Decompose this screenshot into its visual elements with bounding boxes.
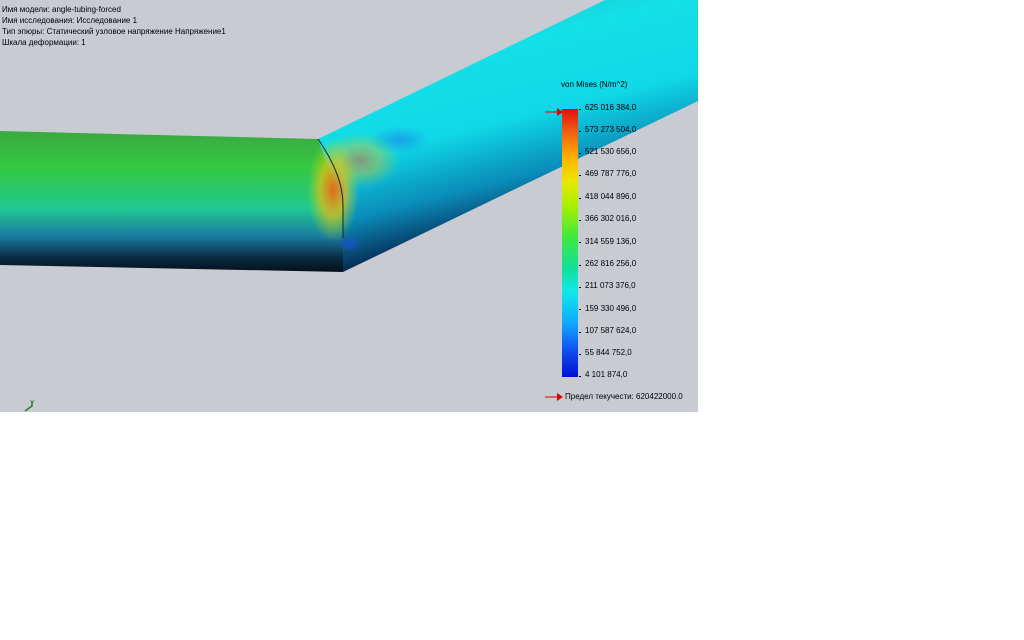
low-stress-spot — [338, 236, 362, 252]
legend-tick — [579, 265, 581, 266]
graphics-viewport[interactable]: Имя модели: angle-tubing-forced Имя иссл… — [0, 0, 698, 412]
legend-tick-label: 366 302 016,0 — [585, 214, 637, 223]
legend-tick — [579, 354, 581, 355]
legend-tick-label: 55 844 752,0 — [585, 348, 632, 357]
model-name-label: Имя модели: angle-tubing-forced — [2, 5, 121, 14]
legend-tick — [579, 220, 581, 221]
legend-tick-label: 521 530 656,0 — [585, 147, 637, 156]
legend-tick — [579, 332, 581, 333]
legend-tick-label: 314 559 136,0 — [585, 237, 637, 246]
legend-tick — [579, 153, 581, 154]
yield-arrow-icon — [545, 392, 563, 401]
max-value-arrow-icon — [545, 108, 563, 116]
legend-tick-label: 262 816 256,0 — [585, 259, 637, 268]
legend-tick-label: 4 101 874,0 — [585, 370, 628, 379]
yield-strength-label: Предел текучести: 620422000.0 — [565, 392, 683, 401]
legend-tick — [579, 131, 581, 132]
legend-color-bar[interactable] — [562, 109, 578, 377]
deformation-scale-label: Шкала деформации: 1 — [2, 38, 86, 47]
legend-tick-label: 159 330 496,0 — [585, 304, 637, 313]
legend-tick — [579, 309, 581, 310]
legend-tick — [579, 287, 581, 288]
low-stress-patch — [370, 126, 430, 154]
legend-tick-label: 107 587 624,0 — [585, 326, 637, 335]
study-name-label: Имя исследования: Исследование 1 — [2, 16, 138, 25]
legend-tick-label: 573 273 504,0 — [585, 125, 637, 134]
plot-type-label: Тип эпюры: Статический узловое напряжени… — [2, 27, 226, 36]
legend-tick — [579, 376, 581, 377]
axis-triad-icon[interactable]: Y — [22, 398, 42, 412]
legend-tick — [579, 109, 581, 110]
yield-strength-indicator: Предел текучести: 620422000.0 — [545, 392, 683, 401]
legend-tick-label: 418 044 896,0 — [585, 192, 637, 201]
legend-tick-label: 469 787 776,0 — [585, 169, 637, 178]
legend-tick — [579, 242, 581, 243]
legend-tick — [579, 198, 581, 199]
legend-tick-label: 625 016 384,0 — [585, 103, 637, 112]
legend-title: von Mises (N/m^2) — [561, 80, 628, 89]
tube-straight-segment — [0, 131, 343, 272]
legend-tick — [579, 175, 581, 176]
legend-tick-label: 211 073 376,0 — [585, 281, 636, 290]
